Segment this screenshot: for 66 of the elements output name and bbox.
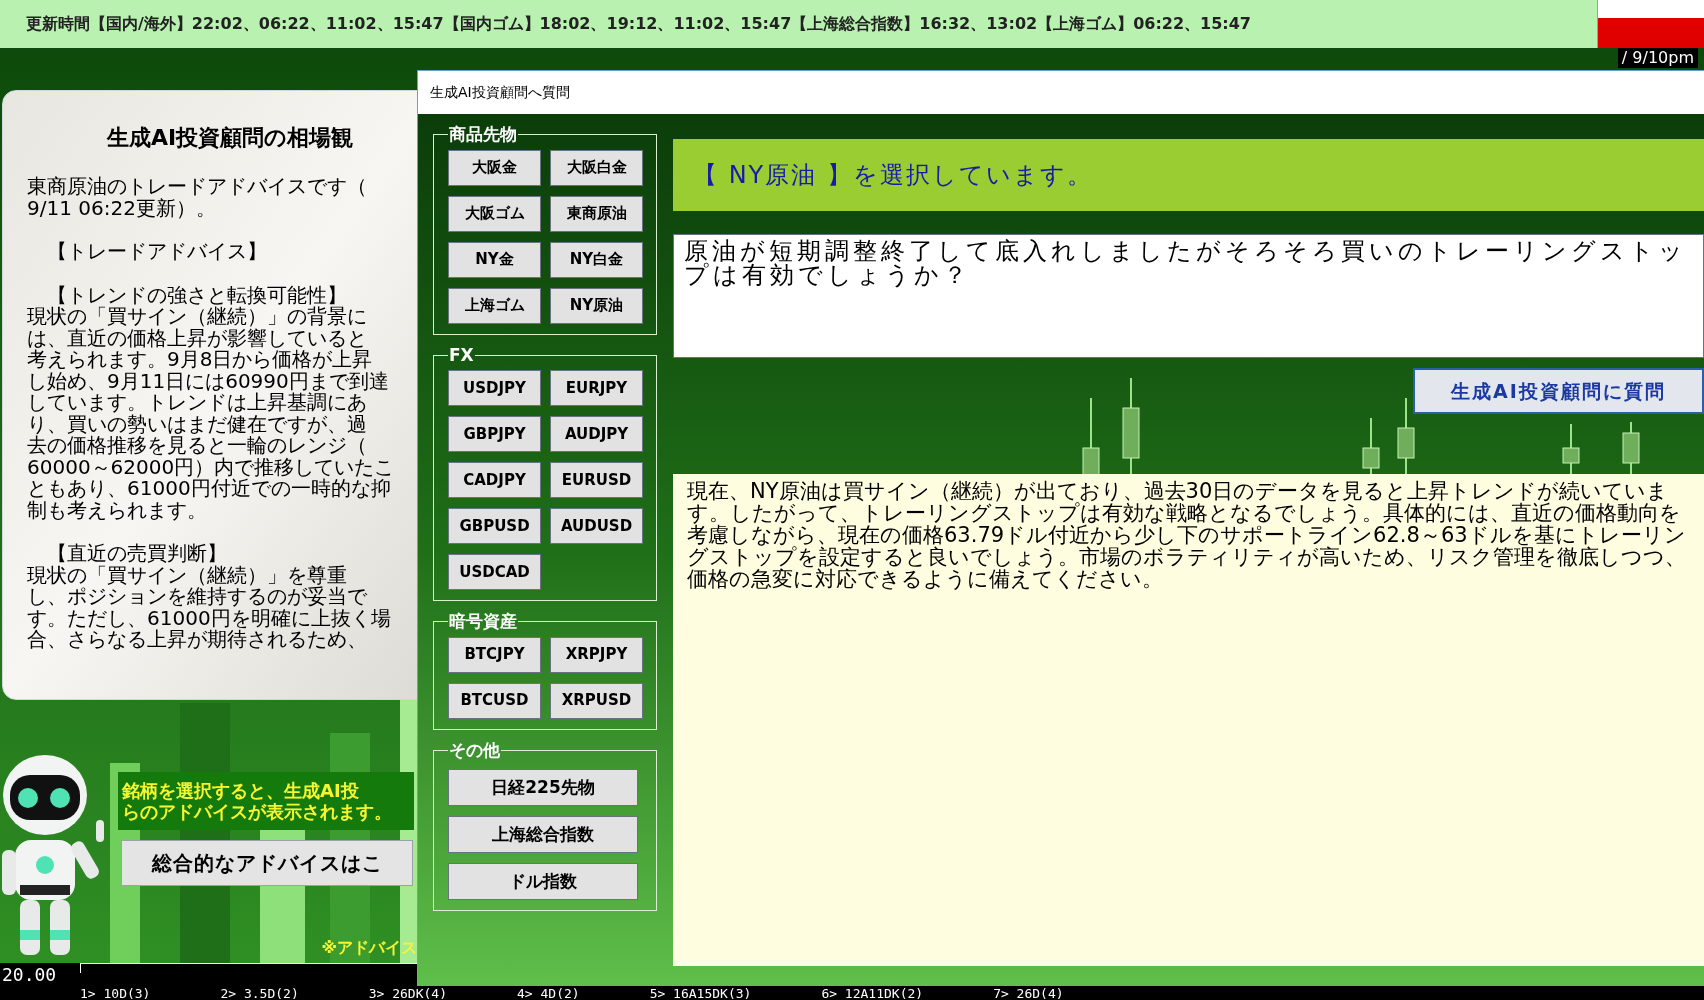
group-legend: 商品先物 xyxy=(448,122,518,148)
advice-line: 【直近の売買判断】 xyxy=(46,543,227,565)
instrument-button[interactable]: EURUSD xyxy=(550,462,643,498)
instrument-button[interactable]: AUDUSD xyxy=(550,508,643,544)
question-field[interactable]: 原油が短期調整終了して底入れしましたがそろそろ買いのトレーリングストップは有効でしょうか？ xyxy=(673,234,1704,358)
chart-time-label: / 9/10pm xyxy=(1617,48,1698,68)
advice-line: り、買いの勢いはまだ健在ですが、過 xyxy=(27,413,367,435)
advice-line: 合、さらなる上昇が期待されるため、 xyxy=(27,629,367,651)
axis-label: 1> 10D(3) xyxy=(80,987,151,1000)
instrument-button[interactable]: XRPJPY xyxy=(550,636,643,673)
instrument-button[interactable]: NY金 xyxy=(448,241,541,278)
advice-note: ※アドバイス xyxy=(321,937,417,959)
ask-button[interactable]: 生成AI投資顧問に質問 xyxy=(1413,368,1704,414)
instrument-button[interactable]: CADJPY xyxy=(448,462,541,498)
advice-line: しています。トレンドは上昇基調にあ xyxy=(27,392,367,414)
update-time-bar: 更新時間【国内/海外】22:02、06:22、11:02、15:47【国内ゴム】18:02、19:12、11:02、15:47【上海総合指数】16:32、13:02【上海ゴム】06:22、15:47 xyxy=(0,0,1597,48)
instrument-button[interactable]: GBPUSD xyxy=(448,508,541,544)
axis-label: 6> 12A11DK(2) xyxy=(821,987,924,1000)
axis-label: 2> 3.5D(2) xyxy=(220,987,299,1000)
advice-line: 【トレードアドバイス】 xyxy=(46,241,267,263)
instrument-button[interactable]: 東商原油 xyxy=(550,195,643,232)
dialog-title: 生成AI投資顧問へ質問 xyxy=(430,83,570,102)
instrument-button[interactable]: 大阪金 xyxy=(448,149,541,186)
advice-line: 9/11 06:22更新）。 xyxy=(27,197,216,219)
instrument-button[interactable]: EURJPY xyxy=(550,370,643,406)
instrument-button[interactable]: 上海ゴム xyxy=(448,287,541,324)
advice-title: 生成AI投資顧問の相場観 xyxy=(107,124,355,152)
selection-header: 【 NY原油 】を選択しています。 xyxy=(673,139,1704,211)
instrument-button[interactable]: 大阪白金 xyxy=(550,149,643,186)
instrument-button[interactable]: NY原油 xyxy=(550,287,643,324)
advice-line: し、ポジションを維持するのが妥当で xyxy=(27,586,367,608)
instrument-button[interactable]: 大阪ゴム xyxy=(448,195,541,232)
summary-advice-button[interactable]: 総合的なアドバイスはこ xyxy=(121,840,413,886)
instrument-button[interactable]: USDJPY xyxy=(448,370,541,406)
instrument-button[interactable]: USDCAD xyxy=(448,554,541,590)
advice-line: ともあり、61000円付近での一時的な抑 xyxy=(27,478,391,500)
advice-line: は、直近の価格上昇が影響していると xyxy=(27,327,367,349)
axis-label: 3> 26DK(4) xyxy=(368,987,447,1000)
instrument-button[interactable]: NY白金 xyxy=(550,241,643,278)
answer-text: 現在、NY原油は買サイン（継続）が出ており、過去30日のデータを見ると上昇トレンドが続いています。したがって、トレーリングストップは有効な戦略となるでしょう。具体的には、直近の価格動向を考慮しながら、現在の価格63.79ドル付近から少し下のサポートライン62.8～63ドルを基にトレーリングストップを設定すると良いでしょう。市場のボラティリティが高いため、リスク管理を徹底しつつ、価格の急変に対応できるように備えてください。 xyxy=(687,480,1687,590)
advice-line: 現状の「買サイン（継続）」の背景に xyxy=(27,306,367,328)
instrument-button[interactable]: AUDJPY xyxy=(550,416,643,452)
axis-value: 20.00 xyxy=(2,963,57,987)
prompt-message: 銘柄を選択すると、生成AI投 らのアドバイスが表示されます。 xyxy=(118,772,414,830)
axis-label: 7> 26D(4) xyxy=(993,987,1064,1000)
instrument-button[interactable]: 日経225先物 xyxy=(448,769,638,806)
advice-line: 制も考えられます。 xyxy=(27,499,207,521)
advice-line: し始め、9月11日には60990円まで到達 xyxy=(27,370,389,392)
instrument-button[interactable]: ドル指数 xyxy=(448,863,638,900)
instrument-button[interactable]: GBPJPY xyxy=(448,416,541,452)
advice-line: 現状の「買サイン（継続）」を尊重 xyxy=(27,564,347,586)
advice-line: 【トレンドの強さと転換可能性】 xyxy=(47,284,347,306)
group-legend: FX xyxy=(448,342,475,368)
advice-line: 東商原油のトレードアドバイスです（ xyxy=(27,176,367,198)
advice-line: 考えられます。9月8日から価格が上昇 xyxy=(27,349,373,371)
axis-label: 4> 4D(2) xyxy=(517,987,580,1000)
advice-line: 去の価格推移を見ると一輪のレンジ（ xyxy=(27,435,367,457)
instrument-button[interactable]: BTCUSD xyxy=(448,682,541,719)
group-legend: 暗号資産 xyxy=(448,609,518,635)
advice-line: す。ただし、61000円を明確に上抜く場 xyxy=(27,607,391,629)
instrument-button[interactable]: XRPUSD xyxy=(550,682,643,719)
advice-line: 60000～62000円）内で推移していたこ xyxy=(27,456,395,478)
instrument-button[interactable]: 上海総合指数 xyxy=(448,816,638,853)
group-legend: その他 xyxy=(448,737,501,763)
instrument-button[interactable]: BTCJPY xyxy=(448,636,541,673)
axis-label: 5> 16A15DK(3) xyxy=(649,987,752,1000)
